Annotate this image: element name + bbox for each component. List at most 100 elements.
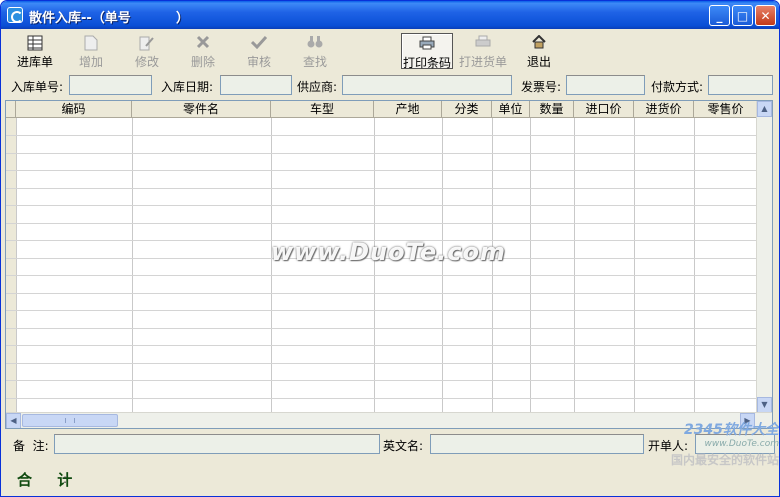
toolbar-button-add[interactable]: 增加 <box>65 33 117 69</box>
close-icon: ✕ <box>760 8 771 23</box>
minimize-icon: _ <box>716 8 723 23</box>
grid-row-line <box>6 363 758 364</box>
grid-column-line <box>16 118 17 413</box>
close-button[interactable]: ✕ <box>755 5 776 26</box>
print-doc-icon <box>457 35 509 53</box>
total-colon: : <box>63 472 68 486</box>
row-indicator-column <box>6 118 16 413</box>
header-form: 入库单号: 入库日期: 供应商: 发票号: 付款方式: <box>1 73 779 97</box>
english-name-label: 英文名: <box>383 439 424 453</box>
minimize-button[interactable]: _ <box>709 5 730 26</box>
total-label: 合 计 <box>17 471 83 489</box>
grid-row-line <box>6 345 758 346</box>
grid-row-line <box>6 310 758 311</box>
horizontal-scroll-thumb[interactable] <box>22 414 118 427</box>
invoice-field[interactable] <box>566 75 645 95</box>
column-header-retail-price[interactable]: 零售价 <box>694 101 758 118</box>
grid-row-line <box>6 188 758 189</box>
grid-row-line <box>6 398 758 399</box>
delete-x-icon <box>177 35 229 53</box>
remark-label: 备 注: <box>13 439 49 453</box>
grid-row-line <box>6 205 758 206</box>
grid-column-line <box>634 118 635 413</box>
toolbar-button-audit[interactable]: 审核 <box>233 33 285 69</box>
grid-icon <box>9 35 61 53</box>
vertical-scrollbar[interactable]: ▲ ▼ <box>756 101 772 413</box>
toolbar-label: 退出 <box>526 55 551 69</box>
grid-row-line <box>6 223 758 224</box>
grid-column-line <box>530 118 531 413</box>
edit-doc-icon <box>121 35 173 53</box>
checkmark-icon <box>233 35 285 53</box>
grid-row-line <box>6 170 758 171</box>
in-no-label: 入库单号: <box>11 80 64 94</box>
app-icon <box>7 7 23 23</box>
in-date-label: 入库日期: <box>161 80 214 94</box>
supplier-field[interactable] <box>342 75 512 95</box>
chevron-left-icon: ◀ <box>10 416 17 425</box>
toolbar-label: 修改 <box>134 55 159 69</box>
corner-brand: 2345软件大全 <box>684 422 779 438</box>
remark-field[interactable] <box>54 434 380 454</box>
scroll-left-button[interactable]: ◀ <box>6 413 21 428</box>
row-indicator-header <box>6 101 16 118</box>
grid-row-line <box>6 380 758 381</box>
toolbar-button-print-barcode[interactable]: 打印条码 <box>401 33 453 70</box>
main-window: 散件入库--（单号 ） _ □ ✕ 进库单 增加 修改 删除 审核 查找 打印条… <box>0 0 780 497</box>
toolbar-label: 打进货单 <box>458 55 507 69</box>
column-header-purchase-price[interactable]: 进货价 <box>634 101 694 118</box>
grid-column-line <box>574 118 575 413</box>
in-date-field[interactable] <box>220 75 292 95</box>
grid-header: 编码 零件名 车型 产地 分类 单位 数量 进口价 进货价 零售价 <box>6 101 758 118</box>
english-name-field[interactable] <box>430 434 644 454</box>
corner-url: www.DuoTe.com <box>704 439 779 449</box>
payment-label: 付款方式: <box>651 80 704 94</box>
invoice-label: 发票号: <box>521 80 562 94</box>
scroll-down-button[interactable]: ▼ <box>757 397 772 413</box>
center-watermark: www.DuoTe.com <box>271 238 506 266</box>
grid-row-line <box>6 153 758 154</box>
in-no-field[interactable] <box>69 75 152 95</box>
payment-field[interactable] <box>708 75 773 95</box>
grid-row-line <box>6 293 758 294</box>
grid-column-line <box>694 118 695 413</box>
binoculars-icon <box>289 35 341 53</box>
toolbar: 进库单 增加 修改 删除 审核 查找 打印条码 打进货单 退出 <box>5 31 775 71</box>
corner-slogan: 国内最安全的软件站 <box>670 453 779 467</box>
column-header-origin[interactable]: 产地 <box>374 101 442 118</box>
column-header-import-price[interactable]: 进口价 <box>574 101 634 118</box>
column-header-quantity[interactable]: 数量 <box>530 101 574 118</box>
column-header-code[interactable]: 编码 <box>16 101 132 118</box>
toolbar-button-exit[interactable]: 退出 <box>513 33 565 69</box>
column-header-unit[interactable]: 单位 <box>492 101 530 118</box>
supplier-label: 供应商: <box>297 80 338 94</box>
toolbar-button-print-purchase[interactable]: 打进货单 <box>457 33 509 69</box>
toolbar-label: 查找 <box>302 55 327 69</box>
column-header-part-name[interactable]: 零件名 <box>132 101 271 118</box>
maximize-icon: □ <box>736 8 749 23</box>
grid-row-line <box>6 275 758 276</box>
scroll-up-button[interactable]: ▲ <box>757 101 772 117</box>
toolbar-label: 审核 <box>246 55 271 69</box>
toolbar-label: 删除 <box>190 55 215 69</box>
toolbar-button-delete[interactable]: 删除 <box>177 33 229 69</box>
toolbar-button-edit[interactable]: 修改 <box>121 33 173 69</box>
toolbar-button-entry-list[interactable]: 进库单 <box>9 33 61 69</box>
window-title: 散件入库--（单号 ） <box>29 11 190 26</box>
toolbar-label: 进库单 <box>16 55 53 69</box>
printer-icon <box>402 36 452 54</box>
grid-column-line <box>132 118 133 413</box>
title-bar[interactable]: 散件入库--（单号 ） _ □ ✕ <box>1 1 779 29</box>
grid-row-line <box>6 135 758 136</box>
column-header-vehicle-model[interactable]: 车型 <box>271 101 374 118</box>
corner-watermark: 2345软件大全 www.DuoTe.com 国内最安全的软件站 <box>641 419 779 477</box>
column-header-category[interactable]: 分类 <box>442 101 492 118</box>
home-exit-icon <box>513 34 565 53</box>
maximize-button[interactable]: □ <box>732 5 753 26</box>
chevron-up-icon: ▲ <box>761 104 768 113</box>
grid-row-line <box>6 328 758 329</box>
toolbar-button-find[interactable]: 查找 <box>289 33 341 69</box>
new-doc-icon <box>65 35 117 53</box>
toolbar-label: 打印条码 <box>402 56 451 70</box>
chevron-down-icon: ▼ <box>761 400 768 409</box>
